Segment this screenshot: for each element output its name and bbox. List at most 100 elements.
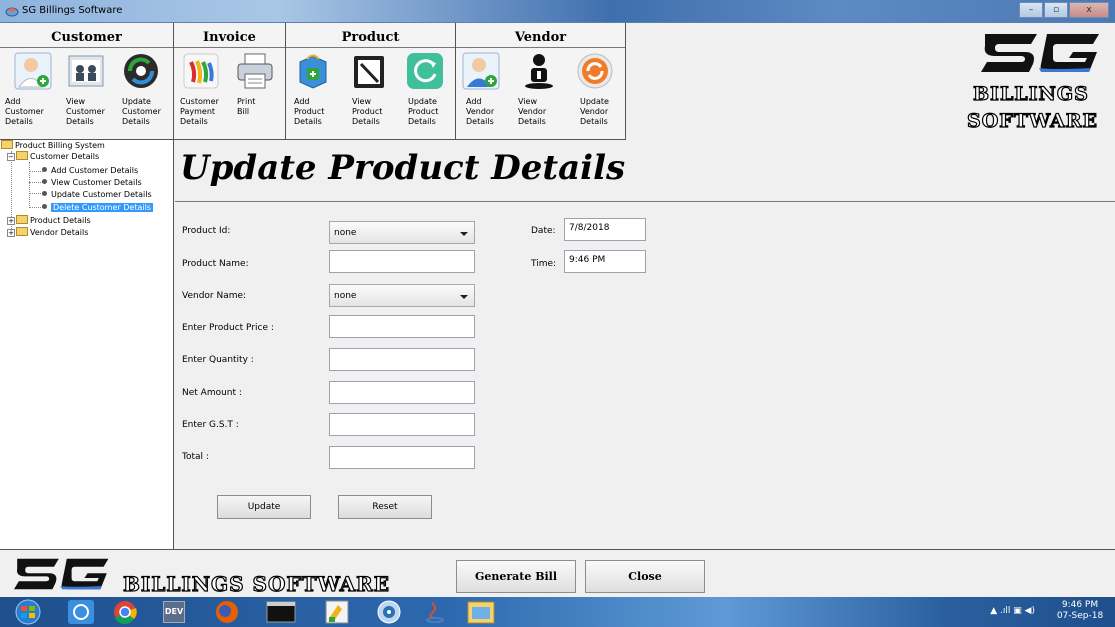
people-icon	[68, 55, 104, 87]
view-customer-button[interactable]: View Customer Details	[58, 49, 116, 139]
tree-root[interactable]: Product Billing System	[1, 140, 105, 151]
sg-logo-mark	[14, 558, 109, 590]
total-input[interactable]	[329, 446, 475, 469]
view-product-button[interactable]: View Product Details	[342, 49, 398, 139]
dev-cpp-icon[interactable]: DEV	[163, 601, 185, 623]
add-customer-button[interactable]: Add Customer Details	[0, 49, 58, 139]
product-name-input[interactable]	[329, 250, 475, 273]
add-box-icon	[299, 54, 327, 89]
person-info-icon	[525, 54, 553, 89]
sg-logo-mark	[981, 34, 1099, 72]
wallet-icon	[183, 53, 219, 89]
ribbon-group-product: Product Add Product Details View Product…	[286, 23, 456, 140]
expand-icon[interactable]: +	[7, 229, 15, 237]
tree-leaf-label: Add Customer Details	[51, 166, 139, 175]
price-input[interactable]	[329, 315, 475, 338]
net-amount-input[interactable]	[329, 381, 475, 404]
button-label: Customer Payment Details	[180, 97, 219, 126]
update-vendor-button[interactable]: Update Vendor Details	[568, 49, 626, 139]
update-button[interactable]: Update	[217, 495, 311, 519]
button-label: Print Bill	[237, 97, 256, 116]
window-controls: – ▫ x	[1019, 2, 1109, 18]
time-value: 9:46 PM	[569, 255, 606, 265]
product-id-select[interactable]: none	[329, 221, 475, 244]
date-value: 7/8/2018	[569, 223, 610, 233]
button-label: Add Vendor Details	[466, 97, 495, 126]
tree-node-vendor[interactable]: + Vendor Details	[7, 227, 88, 238]
tree-node-label: Product Details	[30, 216, 91, 225]
price-label: Enter Product Price :	[182, 323, 274, 333]
tree-node-product[interactable]: + Product Details	[7, 215, 91, 226]
update-product-button[interactable]: Update Product Details	[398, 49, 456, 139]
collapse-icon[interactable]: −	[7, 153, 15, 161]
terminal-icon[interactable]	[262, 599, 300, 625]
vendor-name-select[interactable]: none	[329, 284, 475, 307]
folder-open-icon	[16, 151, 28, 160]
tree-leaf-update-customer[interactable]: Update Customer Details	[40, 189, 152, 200]
customer-payment-button[interactable]: Customer Payment Details	[174, 49, 232, 139]
folder-icon	[1, 140, 13, 149]
total-label: Total :	[182, 452, 209, 462]
page-title: Update Product Details	[180, 148, 626, 188]
generate-bill-button[interactable]: Generate Bill	[456, 560, 576, 593]
button-label: Update Product Details	[408, 97, 439, 126]
print-bill-button[interactable]: Print Bill	[232, 49, 286, 139]
ribbon-group-title: Invoice	[203, 30, 256, 45]
product-id-label: Product Id:	[182, 226, 231, 236]
paint-icon[interactable]	[318, 599, 356, 625]
clock-time: 9:46 PM	[1061, 600, 1099, 610]
button-label: Add Customer Details	[5, 97, 44, 126]
quantity-label: Enter Quantity :	[182, 355, 254, 365]
sync-app-icon[interactable]	[62, 599, 100, 625]
tray-icons[interactable]: ▲ .ıll ▣ ◀)	[990, 606, 1035, 616]
close-button[interactable]: Close	[585, 560, 705, 593]
expand-icon[interactable]: +	[7, 217, 15, 225]
quantity-input[interactable]	[329, 348, 475, 371]
tree-leaf-add-customer[interactable]: Add Customer Details	[40, 165, 138, 176]
tree-root-label: Product Billing System	[15, 141, 105, 150]
logo-text-software: SOFTWARE	[966, 109, 1099, 132]
ribbon-group-title: Vendor	[514, 30, 567, 45]
reset-button[interactable]: Reset	[338, 495, 432, 519]
update-customer-button[interactable]: Update Customer Details	[116, 49, 174, 139]
ribbon-group-customer: Customer Add Customer Details View Custo…	[0, 23, 174, 140]
divider	[175, 201, 1115, 202]
add-user-icon	[14, 52, 52, 90]
tree-leaf-view-customer[interactable]: View Customer Details	[40, 177, 142, 188]
tree-node-customer[interactable]: − Customer Details	[7, 151, 99, 162]
file-explorer-icon[interactable]	[462, 599, 500, 625]
clock-date: 07-Sep-18	[1056, 611, 1104, 621]
notepad-icon	[354, 56, 384, 88]
button-label: View Product Details	[352, 97, 383, 126]
minimize-button[interactable]: –	[1019, 2, 1043, 18]
add-vendor-button[interactable]: Add Vendor Details	[456, 49, 512, 139]
ribbon-group-invoice: Invoice Customer Payment Details Print B…	[174, 23, 286, 140]
tree-leaf-label: Update Customer Details	[51, 190, 152, 199]
maximize-button[interactable]: ▫	[1044, 2, 1068, 18]
navigation-tree: Product Billing System − Customer Details…	[0, 140, 174, 549]
view-vendor-button[interactable]: View Vendor Details	[512, 49, 568, 139]
taskbar-clock[interactable]: 9:46 PM 07-Sep-18	[1055, 600, 1105, 622]
date-field: 7/8/2018	[564, 218, 646, 241]
chevron-down-icon	[460, 295, 468, 299]
java-icon[interactable]	[416, 599, 454, 625]
chrome-icon[interactable]	[106, 599, 144, 625]
taskbar: DEV ▲ .ıll ▣ ◀) 9:46 PM 07-Sep-18	[0, 597, 1115, 627]
start-button-icon[interactable]	[6, 599, 50, 625]
media-player-icon[interactable]	[370, 599, 408, 625]
button-label: Update Vendor Details	[580, 97, 609, 126]
add-product-button[interactable]: Add Product Details	[286, 49, 342, 139]
logo-text: BILLINGS SOFTWARE	[122, 571, 391, 596]
gst-input[interactable]	[329, 413, 475, 436]
leaf-icon	[42, 191, 47, 196]
firefox-icon[interactable]	[208, 599, 246, 625]
product-id-value: none	[334, 228, 357, 238]
button-label: Add Product Details	[294, 97, 325, 126]
close-window-button[interactable]: x	[1069, 2, 1109, 18]
tree-leaf-delete-customer[interactable]: Delete Customer Details	[40, 202, 153, 213]
net-amount-label: Net Amount :	[182, 388, 242, 398]
ribbon-group-title: Product	[341, 30, 400, 45]
tree-node-label: Customer Details	[30, 152, 100, 161]
sg-logo: BILLINGS SOFTWARE	[966, 28, 1115, 140]
refresh-icon	[407, 53, 443, 89]
